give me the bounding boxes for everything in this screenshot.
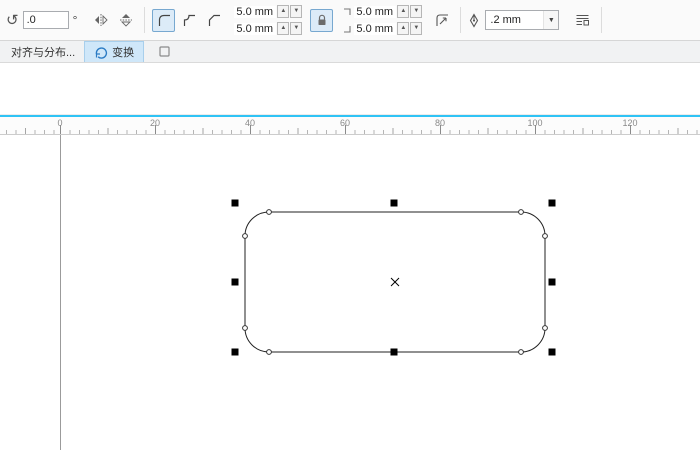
selection-handle-middle-right[interactable] [548,278,556,286]
ruler-major-tick [630,125,631,134]
wrap-text-button[interactable] [571,9,594,32]
ruler-medium-ticks [0,128,700,134]
corner-round-icon [158,14,170,26]
tab-align-distribute[interactable]: 对齐与分布... [2,41,84,62]
selection-handle-bottom-center[interactable] [390,348,398,356]
lock-corners-together-button[interactable] [310,8,334,32]
wrap-text-icon [576,15,590,26]
corner-node[interactable] [542,233,548,239]
corner-node[interactable] [518,209,524,215]
corner-radius-row: 5.0 mm ▲ ▼ [342,21,423,36]
degree-label: ° [72,13,78,27]
corner-node[interactable] [266,209,272,215]
tab-transform-label: 变换 [112,47,135,59]
copy-icon [159,46,170,57]
corner-node[interactable] [266,349,272,355]
ruler-major-tick [250,125,251,134]
toolbar-separator [601,7,603,33]
selection-handle-top-right[interactable] [548,199,556,207]
relative-corner-scaling-button[interactable] [430,9,453,32]
corner-scallop-button[interactable] [177,9,200,32]
spin-up-button[interactable]: ▲ [397,22,410,35]
corner-radius-top-left-field[interactable]: 5.0 mm [234,5,277,18]
spin-down-button[interactable]: ▼ [290,22,303,35]
rotation-angle-input[interactable] [22,11,69,29]
lock-icon [318,14,326,25]
toolbar-separator [144,7,146,33]
relative-corner-icon [436,14,448,26]
corner-radius-top-right-field[interactable]: 5.0 mm [354,5,397,18]
corner-radius-bottom-left-field[interactable]: 5.0 mm [234,22,277,35]
selection-handle-top-center[interactable] [390,199,398,207]
tab-transform[interactable]: 变换 [84,41,145,62]
spin-up-button[interactable]: ▲ [277,5,290,18]
transform-icon [95,47,108,59]
selection-handles [231,199,556,356]
corner-radius-left-group: 5.0 mm ▲ ▼ 5.0 mm ▲ ▼ [234,4,303,36]
chevron-down-icon[interactable]: ▼ [543,11,559,29]
horizontal-ruler[interactable]: 0 20 40 60 80 100 120 [0,115,700,135]
ruler-major-tick [60,125,61,134]
corner-chamfer-icon [208,14,220,26]
corner-chamfer-button[interactable] [202,9,225,32]
corner-node[interactable] [242,325,248,331]
ruler-major-tick [345,125,346,134]
center-marker[interactable] [390,277,400,287]
bottom-right-corner-icon [344,25,351,33]
docker-tab-bar: 对齐与分布... 变换 [0,41,700,63]
duplicate-docker-button[interactable] [154,43,174,61]
spin-down-button[interactable]: ▼ [290,5,303,18]
drawing-canvas[interactable] [0,135,700,450]
corner-radius-row: 5.0 mm ▲ ▼ [234,4,303,19]
selection-handle-middle-left[interactable] [231,278,239,286]
corner-radius-row: 5.0 mm ▲ ▼ [342,4,423,19]
selection-handle-top-left[interactable] [231,199,239,207]
outline-width-dropdown[interactable]: .2 mm ▼ [485,10,560,30]
corner-node[interactable] [518,349,524,355]
toolbar-separator [460,7,462,33]
corner-node[interactable] [542,325,548,331]
corner-radius-right-group: 5.0 mm ▲ ▼ 5.0 mm ▲ ▼ [342,4,423,36]
mirror-horizontal-button[interactable] [89,9,112,32]
mirror-vertical-button[interactable] [114,9,137,32]
drawing-area [0,135,700,450]
ruler-major-tick [535,125,536,134]
document-header-area [0,63,700,115]
spin-up-button[interactable]: ▲ [397,5,410,18]
mirror-vertical-icon [119,14,132,27]
corner-radius-row: 5.0 mm ▲ ▼ [234,21,303,36]
outline-pen-icon [470,12,479,28]
ruler-major-tick [440,125,441,134]
corner-radius-bottom-right-field[interactable]: 5.0 mm [354,22,397,35]
property-bar: ↺ ° [0,0,700,41]
rotation-icon: ↺ [6,11,19,29]
mirror-horizontal-icon [94,14,108,26]
ruler-major-tick [155,125,156,134]
outline-width-value: .2 mm [490,14,521,26]
spin-up-button[interactable]: ▲ [277,22,290,35]
selection-handle-bottom-left[interactable] [231,348,239,356]
top-right-corner-icon [344,7,351,15]
corner-scallop-icon [183,14,195,26]
selection-handle-bottom-right[interactable] [548,348,556,356]
corner-round-button[interactable] [152,8,176,32]
tab-align-distribute-label: 对齐与分布... [11,46,76,59]
app-window: ↺ ° [0,0,700,450]
spin-down-button[interactable]: ▼ [410,22,423,35]
spin-down-button[interactable]: ▼ [410,5,423,18]
corner-node[interactable] [242,233,248,239]
